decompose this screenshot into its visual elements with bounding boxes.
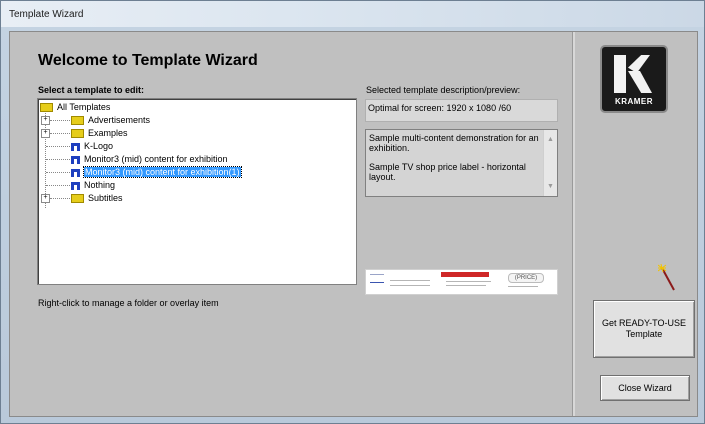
- tree-item-label: Subtitles: [88, 193, 123, 203]
- preview-line: [370, 282, 384, 283]
- close-wizard-button[interactable]: Close Wizard: [600, 375, 690, 401]
- tree-item-label: K-Logo: [84, 141, 114, 151]
- tree-connector: [50, 198, 70, 199]
- template-icon: [71, 168, 80, 177]
- tree-item-monitor3-1[interactable]: Monitor3 (mid) content for exhibition(1): [71, 166, 242, 178]
- logo-text: KRAMER: [614, 97, 654, 106]
- tree-connector: [46, 185, 70, 186]
- kramer-k-icon: [614, 55, 654, 93]
- description-line: Sample TV shop price label - horizontal …: [369, 162, 526, 182]
- expand-examples-icon[interactable]: +: [41, 129, 50, 138]
- preview-line: [446, 285, 486, 286]
- preview-line: [370, 274, 384, 275]
- vertical-divider: [572, 32, 575, 416]
- screen-info: Optimal for screen: 1920 x 1080 /60: [365, 99, 558, 122]
- tree-item-label: Examples: [88, 128, 128, 138]
- get-ready-line2: Template: [625, 329, 663, 339]
- preview-line: [446, 281, 491, 282]
- tree-item-label: Monitor3 (mid) content for exhibition: [84, 154, 228, 164]
- tree-item-all-templates[interactable]: All Templates: [40, 101, 110, 113]
- expand-subtitles-icon[interactable]: +: [41, 194, 50, 203]
- description-label: Selected template description/preview:: [366, 85, 521, 95]
- folder-icon: [71, 194, 84, 204]
- folder-icon: [40, 103, 53, 113]
- template-icon: [71, 181, 80, 190]
- get-ready-line1: Get READY-TO-USE: [601, 318, 687, 328]
- template-icon: [71, 155, 80, 164]
- tree-item-label: Advertisements: [88, 115, 151, 125]
- preview-line: [390, 285, 430, 286]
- preview-line: [508, 286, 538, 287]
- tree-connector: [46, 159, 70, 160]
- tree-item-monitor3[interactable]: Monitor3 (mid) content for exhibition: [71, 153, 228, 165]
- preview-banner: [441, 272, 489, 277]
- tree-item-advertisements[interactable]: Advertisements: [71, 114, 150, 126]
- tree-item-subtitles[interactable]: Subtitles: [71, 192, 123, 204]
- folder-icon: [71, 129, 84, 139]
- kramer-logo: KRAMER: [600, 45, 668, 113]
- tree-connector: [46, 146, 70, 147]
- tree-connector: [50, 120, 70, 121]
- wizard-client-area: Welcome to Template Wizard Select a temp…: [9, 31, 698, 417]
- tree-item-label-selected: Monitor3 (mid) content for exhibition(1): [83, 166, 242, 178]
- page-title: Welcome to Template Wizard: [38, 52, 258, 69]
- template-wizard-window: Template Wizard Welcome to Template Wiza…: [0, 0, 705, 424]
- tree-item-label: Nothing: [84, 180, 116, 190]
- template-icon: [71, 142, 80, 151]
- scroll-up-icon[interactable]: ▲: [547, 136, 554, 143]
- tree-hint: Right-click to manage a folder or overla…: [38, 298, 219, 308]
- description-scrollbar[interactable]: ▲ ▼: [543, 130, 557, 196]
- tree-connector: [46, 172, 70, 173]
- preview-line: [390, 280, 430, 281]
- expand-advertisements-icon[interactable]: +: [41, 116, 50, 125]
- tree-item-label: All Templates: [57, 102, 111, 112]
- description-line: Sample multi-content demonstration for a…: [369, 133, 539, 153]
- tree-label: Select a template to edit:: [38, 85, 145, 95]
- tree-item-examples[interactable]: Examples: [71, 127, 128, 139]
- folder-icon: [71, 116, 84, 126]
- template-preview: (PRICE): [365, 269, 558, 295]
- scroll-down-icon[interactable]: ▼: [547, 183, 554, 190]
- tree-item-nothing[interactable]: Nothing: [71, 179, 115, 191]
- magic-wand-icon: [658, 264, 675, 291]
- template-tree[interactable]: All Templates + Advertisements + Example…: [37, 98, 357, 285]
- window-title: Template Wizard: [9, 9, 84, 20]
- description-textbox[interactable]: Sample multi-content demonstration for a…: [365, 129, 558, 197]
- preview-price-pill: (PRICE): [508, 273, 544, 283]
- title-bar[interactable]: Template Wizard: [1, 1, 704, 27]
- get-ready-to-use-button[interactable]: Get READY-TO-USE Template: [593, 300, 695, 358]
- tree-item-k-logo[interactable]: K-Logo: [71, 140, 113, 152]
- description-text: Sample multi-content demonstration for a…: [369, 133, 539, 191]
- tree-connector: [50, 133, 70, 134]
